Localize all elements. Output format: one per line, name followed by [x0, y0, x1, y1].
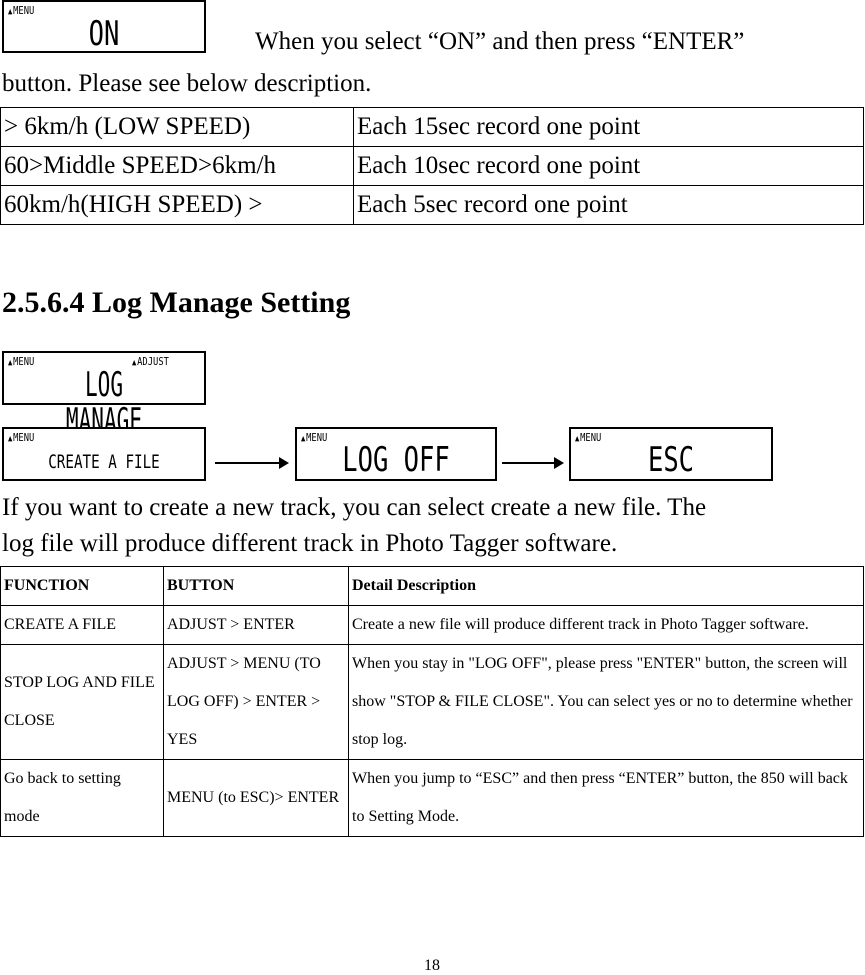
arrow-right-icon [502, 457, 564, 469]
lcd-menu-tag: MENU [8, 431, 34, 444]
table-cell: When you jump to “ESC” and then press “E… [348, 759, 864, 837]
lcd-create-file-image: MENU CREATE A FILE [2, 427, 206, 481]
table-cell: When you stay in "LOG OFF", please press… [348, 644, 864, 760]
arrow-right-icon [215, 457, 289, 469]
document-page: MENU ON When you select “ON” and then pr… [0, 0, 865, 975]
page-number: 18 [424, 957, 440, 974]
table-row: STOP LOG AND FILE CLOSE ADJUST > MENU (T… [0, 644, 864, 760]
lcd-log-manage-image: MENU ADJUST LOG MANAGE [2, 351, 206, 439]
table-cell: MENU (to ESC)> ENTER [163, 759, 349, 837]
table-cell: Each 10sec record one point [353, 146, 864, 186]
paragraph-line-2: log file will produce different track in… [2, 530, 618, 557]
table-cell: Each 5sec record one point [353, 185, 864, 225]
lcd-text: CREATE A FILE [48, 451, 160, 473]
speed-table: > 6km/h (LOW SPEED) Each 15sec record one… [0, 107, 864, 225]
section-heading: 2.5.6.4 Log Manage Setting [2, 286, 351, 319]
table-cell: STOP LOG AND FILE CLOSE [0, 644, 164, 760]
lcd-text: ON [88, 14, 120, 54]
table-row: 60km/h(HIGH SPEED) > Each 5sec record one… [0, 185, 864, 225]
paragraph-line-1: If you want to create a new track, you c… [2, 494, 707, 521]
table-cell: ADJUST > MENU (TO LOG OFF) > ENTER > YES [163, 644, 349, 760]
table-cell: CREATE A FILE [0, 605, 164, 645]
column-header: FUNCTION [0, 566, 164, 606]
function-table: FUNCTION BUTTON Detail Description CREAT… [0, 566, 864, 837]
table-cell: Each 15sec record one point [353, 107, 864, 147]
table-row: > 6km/h (LOW SPEED) Each 15sec record one… [0, 107, 864, 147]
lcd-esc-image: MENU ESC [569, 427, 773, 481]
table-cell: > 6km/h (LOW SPEED) [0, 107, 354, 147]
table-row: CREATE A FILE ADJUST > ENTER Create a ne… [0, 605, 864, 645]
column-header: BUTTON [163, 566, 349, 606]
lcd-text: LOG OFF [342, 440, 450, 480]
table-cell: ADJUST > ENTER [163, 605, 349, 645]
lcd-menu-tag: MENU [8, 355, 34, 368]
table-cell: Go back to setting mode [0, 759, 164, 837]
lcd-text: ESC [647, 440, 695, 480]
table-header-row: FUNCTION BUTTON Detail Description [0, 566, 864, 606]
lcd-log-off-image: MENU LOG OFF [295, 427, 497, 481]
table-cell: 60km/h(HIGH SPEED) > [0, 185, 354, 225]
table-cell: Create a new file will produce different… [348, 605, 864, 645]
lcd-on-image: MENU ON [2, 0, 206, 53]
intro-line-1: When you select “ON” and then press “ENT… [255, 28, 745, 55]
table-row: 60>Middle SPEED>6km/h Each 10sec record o… [0, 146, 864, 186]
table-row: Go back to setting mode MENU (to ESC)> E… [0, 759, 864, 837]
column-header: Detail Description [348, 566, 864, 606]
intro-line-2: button. Please see below description. [2, 70, 372, 97]
table-cell: 60>Middle SPEED>6km/h [0, 146, 354, 186]
